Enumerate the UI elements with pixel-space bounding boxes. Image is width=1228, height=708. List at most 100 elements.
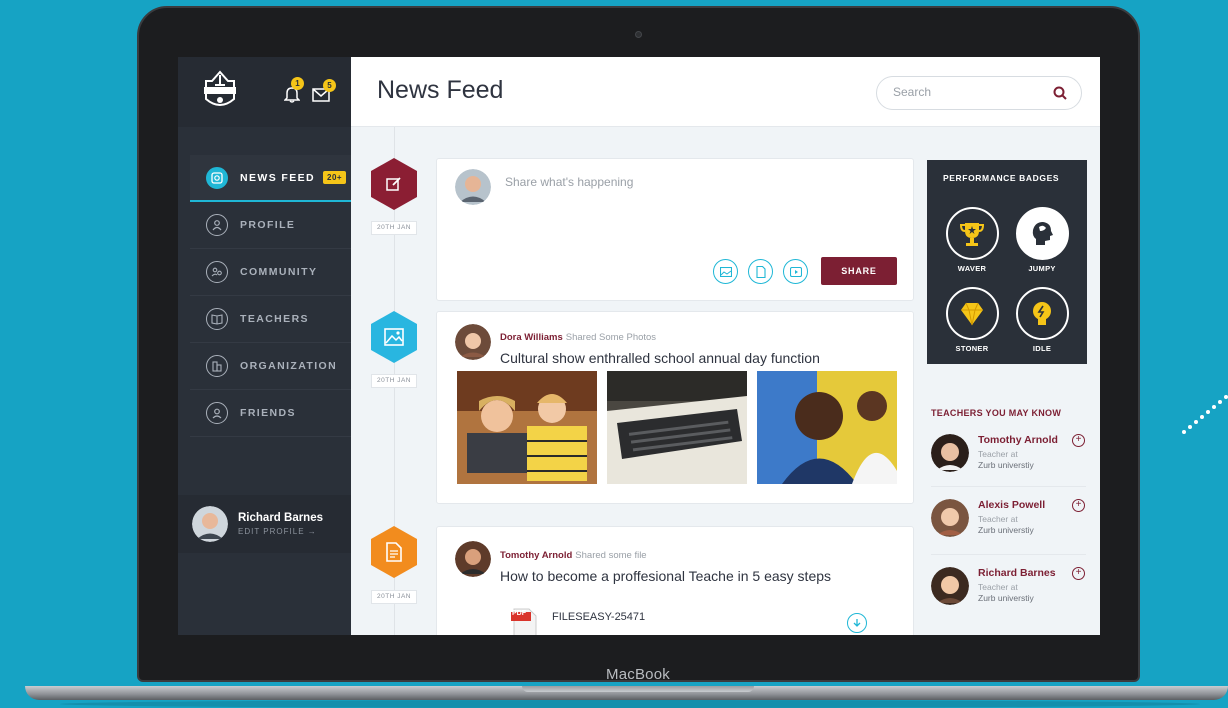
attach-photo-button[interactable]: [713, 259, 738, 284]
image-icon: [719, 266, 732, 277]
news-feed-icon: [206, 166, 228, 189]
timeline-date: 20TH JAN: [371, 221, 417, 235]
sidebar-item-community[interactable]: COMMUNITY: [190, 249, 351, 296]
edit-profile-link[interactable]: EDIT PROFILE →: [238, 527, 323, 536]
badge-label: STONER: [955, 344, 989, 353]
video-icon: [789, 266, 802, 277]
file-type-label: PDF: [512, 610, 526, 617]
sidebar-item-news-feed[interactable]: NEWS FEED 20+: [190, 155, 351, 202]
sidebar-item-label: ORGANIZATION: [240, 360, 338, 372]
current-user-name: Richard Barnes: [238, 512, 324, 524]
building-icon: [206, 355, 228, 377]
add-teacher-button[interactable]: +: [1072, 434, 1085, 447]
camera: [635, 31, 642, 38]
page-header: News Feed: [351, 57, 1100, 127]
laptop-shadow: [60, 700, 1200, 708]
panel-title: PERFORMANCE BADGES: [943, 173, 1060, 183]
sidebar-item-label: FRIENDS: [240, 407, 296, 419]
share-status-input[interactable]: [505, 175, 885, 189]
share-button[interactable]: SHARE: [821, 257, 897, 285]
file-post-card: Tomothy Arnold Shared some file How to be…: [436, 526, 914, 635]
sidebar-item-label: TEACHERS: [240, 313, 309, 325]
sidebar-item-label: NEWS FEED: [240, 171, 316, 184]
sidebar-item-organization[interactable]: ORGANIZATION: [190, 343, 351, 390]
photo-post-timeline-marker: [371, 311, 417, 363]
page-title: News Feed: [377, 76, 504, 104]
post-photo[interactable]: [757, 371, 897, 484]
sidebar-item-label: PROFILE: [240, 219, 296, 231]
teacher-suggestion: Tomothy Arnold Teacher at Zurb universtiy…: [931, 430, 1086, 482]
teacher-role: Teacher at Zurb universtiy: [978, 514, 1034, 535]
add-teacher-button[interactable]: +: [1072, 499, 1085, 512]
document-icon: [386, 542, 402, 562]
performance-badges-panel: PERFORMANCE BADGES WAVER JUMPY STONER ID…: [927, 160, 1087, 364]
teacher-role: Teacher at Zurb universtiy: [978, 449, 1034, 470]
document-icon: [755, 265, 766, 278]
search-box[interactable]: [876, 76, 1082, 110]
teacher-name-link[interactable]: Tomothy Arnold: [978, 434, 1058, 446]
timeline-date: 20TH JAN: [371, 590, 417, 604]
file-post-timeline-marker: [371, 526, 417, 578]
avatar[interactable]: [455, 541, 491, 577]
avatar[interactable]: [931, 567, 969, 605]
post-title[interactable]: How to become a proffesional Teache in 5…: [500, 568, 900, 584]
laptop-notch: [522, 686, 754, 692]
post-title[interactable]: Cultural show enthralled school annual d…: [500, 350, 900, 366]
post-author-link[interactable]: Dora Williams: [500, 332, 563, 343]
photo-post-card: Dora Williams Shared Some Photos Cultural…: [436, 311, 914, 504]
badge-idle[interactable]: IDLE: [1015, 287, 1069, 353]
badge-label: WAVER: [957, 264, 987, 273]
image-icon: [384, 328, 404, 346]
post-photo[interactable]: [607, 371, 747, 484]
post-author-link[interactable]: Tomothy Arnold: [500, 550, 572, 561]
sidebar-header: 1 5: [178, 57, 351, 127]
divider: [931, 554, 1086, 555]
friends-icon: [206, 402, 228, 424]
badge-stoner[interactable]: STONER: [945, 287, 999, 353]
download-icon: [853, 619, 861, 627]
search-input[interactable]: [893, 85, 1043, 99]
notifications-count-badge: 1: [291, 77, 304, 90]
attach-file-button[interactable]: [748, 259, 773, 284]
sidebar-item-friends[interactable]: FRIENDS: [190, 390, 351, 437]
timeline-date: 20TH JAN: [371, 374, 417, 388]
file-name[interactable]: FILESEASY-25471: [552, 611, 645, 623]
teacher-suggestion: Richard Barnes Teacher at Zurb universtiy…: [931, 563, 1086, 615]
teacher-name-link[interactable]: Alexis Powell: [978, 499, 1045, 511]
avatar: [192, 506, 228, 542]
community-icon: [206, 261, 228, 283]
download-button[interactable]: [847, 613, 867, 633]
badge-label: IDLE: [1032, 344, 1052, 353]
laptop-brand-label: MacBook: [606, 666, 670, 683]
avatar[interactable]: [931, 499, 969, 537]
badge-waver[interactable]: WAVER: [945, 207, 999, 273]
section-title: TEACHERS YOU MAY KNOW: [931, 408, 1062, 418]
post-photo[interactable]: [457, 371, 597, 484]
composer-timeline-marker: [371, 158, 417, 210]
sidebar-item-label: COMMUNITY: [240, 266, 318, 278]
decorative-dots: [1182, 395, 1228, 434]
search-icon[interactable]: [1053, 86, 1067, 100]
news-feed-count-badge: 20+: [323, 171, 347, 184]
teacher-name-link[interactable]: Richard Barnes: [978, 567, 1056, 579]
sidebar-item-teachers[interactable]: TEACHERS: [190, 296, 351, 343]
avatar[interactable]: [931, 434, 969, 472]
profile-icon: [206, 214, 228, 236]
avatar: [455, 169, 491, 205]
messages-count-badge: 5: [323, 79, 336, 92]
head-icon: [1032, 221, 1053, 245]
attach-video-button[interactable]: [783, 259, 808, 284]
school-crest-icon[interactable]: [198, 69, 242, 113]
teacher-suggestion: Alexis Powell Teacher at Zurb universtiy …: [931, 495, 1086, 547]
sidebar-item-profile[interactable]: PROFILE: [190, 202, 351, 249]
book-icon: [206, 308, 228, 330]
current-user-card[interactable]: Richard Barnes EDIT PROFILE →: [178, 495, 351, 553]
avatar[interactable]: [455, 324, 491, 360]
divider: [931, 486, 1086, 487]
post-action-text: Shared some file: [575, 550, 647, 561]
sidebar: 1 5 NEWS FEED 20+ PROFILE COMMUNITY TEAC…: [178, 57, 351, 635]
badge-jumpy[interactable]: JUMPY: [1015, 207, 1069, 273]
post-composer: SHARE: [436, 158, 914, 301]
diamond-icon: [961, 302, 983, 325]
add-teacher-button[interactable]: +: [1072, 567, 1085, 580]
